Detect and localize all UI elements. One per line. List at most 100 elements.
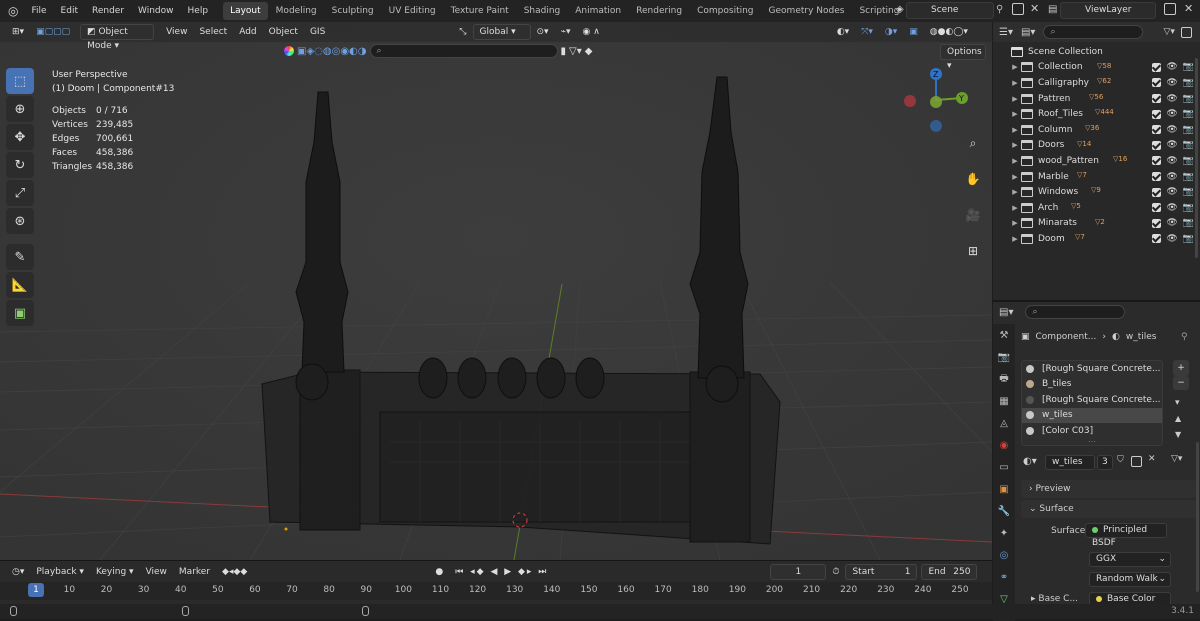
render-camera-icon[interactable]: 📷 (1183, 203, 1194, 213)
viewport-visibility-icon[interactable]: ◐▾ (831, 24, 855, 40)
cursor-tool-icon[interactable]: ⊕ (6, 96, 34, 122)
menu-file[interactable]: File (24, 0, 53, 22)
material-slot-row[interactable]: [Rough Square Concrete... (1022, 361, 1162, 377)
menu-keying[interactable]: Keying ▾ (90, 564, 140, 580)
editor-type-icon[interactable]: ⊞▾ (6, 24, 30, 40)
distribution-dropdown[interactable]: GGX ⌄ (1089, 552, 1171, 567)
render-camera-icon[interactable]: 📷 (1183, 109, 1194, 119)
eye-icon[interactable]: 👁 (1166, 156, 1177, 166)
overlay-toggle-icon[interactable]: ◑▾ (879, 24, 903, 40)
tab-compositing[interactable]: Compositing (690, 2, 760, 20)
menu-timeline-view[interactable]: View (140, 564, 173, 580)
material-slot-list[interactable]: [Rough Square Concrete... B_tiles [Rough S… (1021, 360, 1163, 446)
navigation-gizmo[interactable]: Z Y (902, 66, 972, 136)
add-slot-button[interactable]: + (1173, 360, 1189, 376)
playback-controls[interactable]: ⏮ ◂◆ ◀ ▶ ◆▸ ⏭ (449, 564, 554, 580)
output-tab-icon[interactable]: 🖶 (993, 368, 1015, 390)
outliner-row-column[interactable]: ▶ Column ▽36 👁 📷 (993, 122, 1200, 138)
eye-icon[interactable]: 👁 (1166, 140, 1177, 150)
menu-render[interactable]: Render (85, 0, 131, 22)
outliner-row-wood-pattren[interactable]: ▶ wood_Pattren ▽16 👁 📷 (993, 153, 1200, 169)
eye-icon[interactable]: 👁 (1166, 78, 1177, 88)
tab-animation[interactable]: Animation (568, 2, 628, 20)
duplicate-material-icon[interactable] (1131, 456, 1142, 467)
outliner-search-box[interactable]: ⌕ (1043, 25, 1144, 39)
exclude-checkbox[interactable] (1152, 203, 1162, 213)
expand-arrow-icon[interactable]: ▶ (1009, 63, 1021, 71)
tab-texture-paint[interactable]: Texture Paint (444, 2, 516, 20)
material-filter-icon[interactable]: ▽▾ (1171, 454, 1182, 464)
modifier-tab-icon[interactable]: 🔧 (993, 500, 1015, 522)
camera-icon[interactable]: 🎥 (962, 204, 984, 226)
menu-view[interactable]: View (160, 24, 193, 40)
eye-icon[interactable]: 👁 (1166, 125, 1177, 135)
outliner-editor-icon[interactable]: ☰▾ (999, 27, 1013, 38)
filter-type-icons[interactable]: ▣◈◌◍◎◉◐◑ (297, 46, 367, 57)
measure-tool-icon[interactable]: 📐 (6, 272, 34, 298)
render-camera-icon[interactable]: 📷 (1183, 187, 1194, 197)
expand-arrow-icon[interactable]: ▶ (1009, 95, 1021, 103)
expand-arrow-icon[interactable]: ▶ (1009, 204, 1021, 212)
slot-specials-icon[interactable]: ▾ (1175, 398, 1180, 408)
bookmark-icon[interactable]: ▮ (561, 46, 567, 57)
properties-search-box[interactable]: ⌕ (1025, 305, 1126, 319)
expand-arrow-icon[interactable]: ▶ (1009, 173, 1021, 181)
expand-arrow-icon[interactable]: ▶ (1009, 188, 1021, 196)
fake-user-icon[interactable]: ⛉ (1117, 455, 1124, 465)
menu-marker[interactable]: Marker (173, 564, 216, 580)
scale-tool-icon[interactable]: ⤢ (6, 180, 34, 206)
shading-mode-icons[interactable]: ◍●◐◯▾ (924, 24, 974, 40)
filter-search-box[interactable]: ⌕ (369, 44, 558, 58)
annotate-tool-icon[interactable]: ✎ (6, 244, 34, 270)
material-browse-icon[interactable]: ◐▾ (1023, 456, 1037, 467)
restrict-icon[interactable]: ◆ (585, 46, 593, 57)
surface-panel[interactable]: ⌄ Surface (1021, 500, 1197, 518)
outliner-row-minarats[interactable]: ▶ Minarats ▽2 👁 📷 (993, 216, 1200, 232)
exclude-checkbox[interactable] (1152, 156, 1162, 166)
exclude-checkbox[interactable] (1152, 187, 1162, 197)
transform-orientation-icon[interactable]: ⤡ (453, 24, 472, 40)
record-icon[interactable]: ● (429, 564, 449, 580)
proportional-edit-icon[interactable]: ◉ ∧ (577, 24, 606, 40)
render-camera-icon[interactable]: 📷 (1183, 218, 1194, 228)
tab-sculpting[interactable]: Sculpting (325, 2, 381, 20)
collection-tab-icon[interactable]: ▭ (993, 456, 1015, 478)
end-frame-field[interactable]: End 250 (921, 564, 978, 580)
render-camera-icon[interactable]: 📷 (1183, 140, 1194, 150)
outliner-row-roof-tiles[interactable]: ▶ Roof_Tiles ▽444 👁 📷 (993, 106, 1200, 122)
view-layer-selector[interactable]: ViewLayer (1060, 2, 1156, 19)
subsurface-method-dropdown[interactable]: Random Walk ⌄ (1089, 572, 1171, 587)
outliner-row-arch[interactable]: ▶ Arch ▽5 👁 📷 (993, 200, 1200, 216)
view-layer-icon[interactable]: ▤ (1048, 4, 1057, 15)
move-tool-icon[interactable]: ✥ (6, 124, 34, 150)
grid-toggle-icon[interactable]: ⊞ (962, 240, 984, 262)
exclude-checkbox[interactable] (1152, 125, 1162, 135)
display-mode-icon[interactable]: ▤▾ (1021, 27, 1035, 38)
list-resize-grip[interactable]: ⋯ (1022, 437, 1162, 445)
delete-scene-icon[interactable]: ✕ (1030, 2, 1039, 15)
render-camera-icon[interactable]: 📷 (1183, 234, 1194, 244)
surface-shader-field[interactable]: Principled BSDF (1085, 523, 1167, 548)
stopwatch-icon[interactable]: ⏱ (826, 564, 845, 580)
exclude-checkbox[interactable] (1152, 140, 1162, 150)
gizmo-toggle-icon[interactable]: ⤧▾ (855, 24, 879, 40)
keyframe-icons[interactable]: ◆◂◆◆ (216, 564, 253, 580)
render-camera-icon[interactable]: 📷 (1183, 62, 1194, 72)
render-tab-icon[interactable]: 📷 (993, 346, 1015, 368)
eye-icon[interactable]: 👁 (1166, 62, 1177, 72)
unlink-material-icon[interactable]: ✕ (1148, 454, 1156, 464)
constraints-tab-icon[interactable]: ⚭ (993, 566, 1015, 588)
render-camera-icon[interactable]: 📷 (1183, 78, 1194, 88)
tab-rendering[interactable]: Rendering (629, 2, 689, 20)
filter-funnel-icon[interactable]: ▽▾ (569, 46, 582, 57)
exclude-checkbox[interactable] (1152, 78, 1162, 88)
object-tab-icon[interactable]: ▣ (993, 478, 1015, 500)
tab-modeling[interactable]: Modeling (269, 2, 324, 20)
expand-arrow-icon[interactable]: ▶ (1009, 79, 1021, 87)
color-wheel-icon[interactable] (284, 46, 294, 56)
properties-editor-icon[interactable]: ▤▾ (999, 307, 1013, 318)
tab-layout[interactable]: Layout (223, 2, 268, 20)
physics-tab-icon[interactable]: ◎ (993, 544, 1015, 566)
material-slot-row[interactable]: [Rough Square Concrete... (1022, 392, 1162, 408)
xray-toggle-icon[interactable]: ▣ (903, 24, 924, 40)
